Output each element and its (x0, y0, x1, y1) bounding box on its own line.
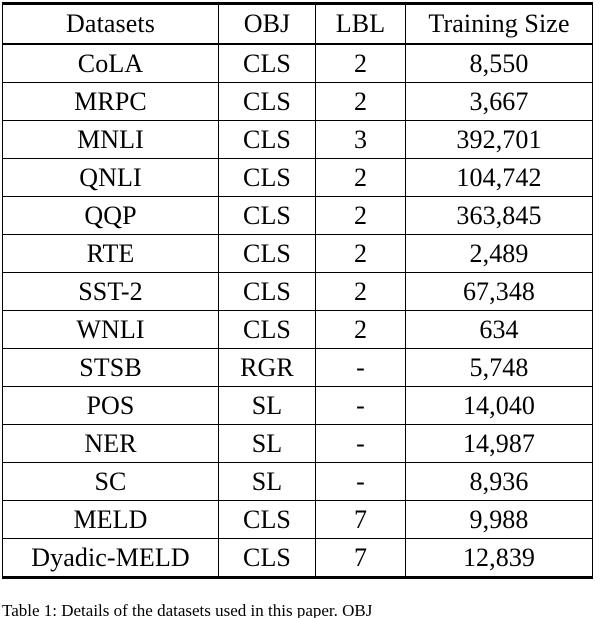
table-row: CoLA CLS 2 8,550 (2, 43, 593, 83)
column-header-lbl: LBL (315, 2, 406, 45)
cell-dataset: WNLI (2, 310, 219, 349)
column-header-training-size: Training Size (405, 2, 593, 45)
cell-lbl: 2 (315, 272, 406, 311)
caption-label: Table 1: (2, 601, 57, 618)
cell-obj: CLS (218, 43, 316, 83)
cell-size: 14,987 (405, 424, 593, 463)
dataset-table-container: Datasets OBJ LBL Training Size CoLA CLS … (2, 2, 593, 579)
cell-lbl: 7 (315, 500, 406, 539)
cell-dataset: Dyadic-MELD (2, 538, 219, 579)
cell-lbl: - (315, 424, 406, 463)
column-header-obj: OBJ (218, 2, 316, 45)
cell-dataset: SST-2 (2, 272, 219, 311)
cell-size: 8,550 (405, 43, 593, 83)
cell-lbl: 2 (315, 234, 406, 273)
dataset-table: Datasets OBJ LBL Training Size CoLA CLS … (2, 2, 593, 579)
figure-page: Datasets OBJ LBL Training Size CoLA CLS … (0, 0, 608, 618)
cell-obj: SL (218, 424, 316, 463)
cell-lbl: 2 (315, 310, 406, 349)
caption-text: Details of the datasets used in this pap… (56, 601, 373, 618)
cell-dataset: MRPC (2, 82, 219, 121)
cell-obj: CLS (218, 500, 316, 539)
cell-lbl: 2 (315, 196, 406, 235)
cell-obj: CLS (218, 158, 316, 197)
table-row: RTE CLS 2 2,489 (2, 234, 593, 273)
cell-lbl: 7 (315, 538, 406, 579)
cell-obj: RGR (218, 348, 316, 387)
table-row: MNLI CLS 3 392,701 (2, 120, 593, 159)
cell-dataset: NER (2, 424, 219, 463)
cell-lbl: 2 (315, 82, 406, 121)
table-row: STSB RGR - 5,748 (2, 348, 593, 387)
cell-size: 5,748 (405, 348, 593, 387)
cell-size: 3,667 (405, 82, 593, 121)
cell-dataset: MNLI (2, 120, 219, 159)
cell-size: 8,936 (405, 462, 593, 501)
cell-dataset: MELD (2, 500, 219, 539)
cell-obj: CLS (218, 272, 316, 311)
table-row: WNLI CLS 2 634 (2, 310, 593, 349)
table-row: SC SL - 8,936 (2, 462, 593, 501)
table-row: SST-2 CLS 2 67,348 (2, 272, 593, 311)
cell-lbl: - (315, 386, 406, 425)
table-row: Dyadic-MELD CLS 7 12,839 (2, 538, 593, 579)
cell-size: 14,040 (405, 386, 593, 425)
cell-obj: CLS (218, 310, 316, 349)
cell-dataset: CoLA (2, 43, 219, 83)
cell-lbl: 2 (315, 158, 406, 197)
cell-lbl: 3 (315, 120, 406, 159)
cell-dataset: QQP (2, 196, 219, 235)
cell-dataset: SC (2, 462, 219, 501)
column-header-datasets: Datasets (2, 2, 219, 45)
table-row: MRPC CLS 2 3,667 (2, 82, 593, 121)
cell-obj: CLS (218, 538, 316, 579)
table-row: POS SL - 14,040 (2, 386, 593, 425)
cell-obj: SL (218, 462, 316, 501)
cell-obj: CLS (218, 196, 316, 235)
table-header: Datasets OBJ LBL Training Size (2, 2, 593, 45)
cell-obj: SL (218, 386, 316, 425)
cell-obj: CLS (218, 234, 316, 273)
cell-size: 392,701 (405, 120, 593, 159)
table-header-row: Datasets OBJ LBL Training Size (2, 2, 593, 45)
table-row: MELD CLS 7 9,988 (2, 500, 593, 539)
cell-lbl: - (315, 348, 406, 387)
cell-size: 2,489 (405, 234, 593, 273)
table-body: CoLA CLS 2 8,550 MRPC CLS 2 3,667 MNLI C… (2, 43, 593, 579)
table-caption: Table 1: Details of the datasets used in… (2, 600, 592, 618)
cell-dataset: STSB (2, 348, 219, 387)
cell-size: 104,742 (405, 158, 593, 197)
cell-size: 9,988 (405, 500, 593, 539)
cell-dataset: RTE (2, 234, 219, 273)
table-row: NER SL - 14,987 (2, 424, 593, 463)
cell-obj: CLS (218, 82, 316, 121)
cell-lbl: 2 (315, 43, 406, 83)
cell-size: 363,845 (405, 196, 593, 235)
cell-lbl: - (315, 462, 406, 501)
cell-dataset: POS (2, 386, 219, 425)
cell-dataset: QNLI (2, 158, 219, 197)
table-row: QQP CLS 2 363,845 (2, 196, 593, 235)
cell-size: 634 (405, 310, 593, 349)
cell-size: 12,839 (405, 538, 593, 579)
cell-obj: CLS (218, 120, 316, 159)
table-row: QNLI CLS 2 104,742 (2, 158, 593, 197)
cell-size: 67,348 (405, 272, 593, 311)
